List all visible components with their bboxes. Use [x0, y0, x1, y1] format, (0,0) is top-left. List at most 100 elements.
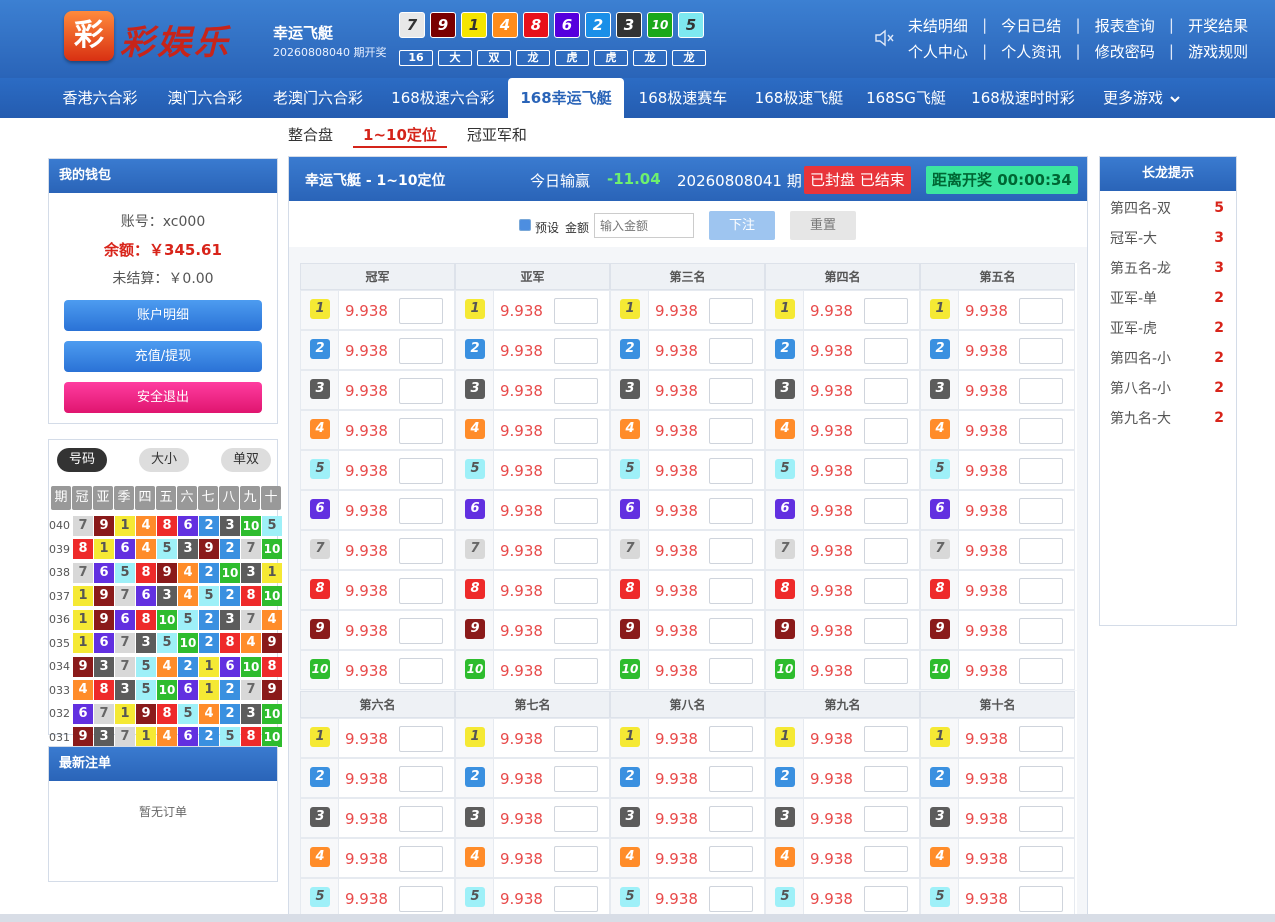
preset-checkbox[interactable] [519, 219, 531, 231]
history-tab-number[interactable]: 号码 [57, 448, 107, 472]
account-detail-button[interactable]: 账户明细 [64, 300, 262, 331]
bet-amount-input[interactable] [1019, 806, 1063, 832]
bet-amount-input[interactable] [864, 338, 908, 364]
nav-item-game[interactable]: 香港六合彩 [48, 78, 152, 118]
bet-amount-input[interactable] [709, 658, 753, 684]
bet-amount-input[interactable] [1019, 298, 1063, 324]
header-link[interactable]: 个人资讯 [991, 41, 1071, 62]
bet-amount-input[interactable] [709, 338, 753, 364]
bet-amount-input[interactable] [864, 806, 908, 832]
bet-amount-input[interactable] [864, 658, 908, 684]
bet-amount-input[interactable] [1019, 618, 1063, 644]
mute-icon[interactable] [874, 28, 898, 50]
header-link[interactable]: 今日已结 [991, 15, 1071, 36]
bet-amount-input[interactable] [1019, 458, 1063, 484]
bet-amount-input[interactable] [709, 766, 753, 792]
bet-amount-input[interactable] [554, 418, 598, 444]
bet-amount-input[interactable] [709, 298, 753, 324]
bet-amount-input[interactable] [864, 418, 908, 444]
subtab-play[interactable]: 1~10定位 [353, 122, 447, 148]
bet-amount-input[interactable] [399, 726, 443, 752]
bet-amount-input[interactable] [399, 806, 443, 832]
nav-item-game[interactable]: 168SG飞艇 [855, 78, 957, 118]
bet-amount-input[interactable] [709, 618, 753, 644]
bet-amount-input[interactable] [864, 298, 908, 324]
bet-amount-input[interactable] [554, 658, 598, 684]
bet-amount-input[interactable] [554, 538, 598, 564]
bet-amount-input[interactable] [1019, 538, 1063, 564]
subtab-play[interactable]: 整合盘 [288, 122, 333, 148]
nav-item-game[interactable]: 168极速飞艇 [740, 78, 858, 118]
bet-amount-input[interactable] [399, 298, 443, 324]
header-link[interactable]: 开奖结果 [1178, 15, 1258, 36]
bet-amount-input[interactable] [709, 806, 753, 832]
bet-amount-input[interactable] [554, 458, 598, 484]
bet-amount-input[interactable] [864, 498, 908, 524]
reset-button[interactable]: 重置 [790, 211, 856, 240]
bet-amount-input[interactable] [864, 378, 908, 404]
site-logo[interactable]: 彩 彩娱乐 [64, 9, 244, 65]
nav-item-game[interactable]: 168极速六合彩 [378, 78, 508, 118]
bet-amount-input[interactable] [864, 846, 908, 872]
bet-amount-input[interactable] [554, 618, 598, 644]
bet-amount-input[interactable] [864, 538, 908, 564]
bet-amount-input[interactable] [864, 886, 908, 912]
bet-amount-input[interactable] [554, 298, 598, 324]
bet-amount-input[interactable] [709, 498, 753, 524]
bet-amount-input[interactable] [1019, 726, 1063, 752]
logout-button[interactable]: 安全退出 [64, 382, 262, 413]
bet-amount-input[interactable] [554, 726, 598, 752]
bet-amount-input[interactable] [1019, 658, 1063, 684]
bet-amount-input[interactable] [709, 578, 753, 604]
bet-amount-input[interactable] [554, 806, 598, 832]
recharge-button[interactable]: 充值/提现 [64, 341, 262, 372]
bet-amount-input[interactable] [709, 726, 753, 752]
bet-amount-input[interactable] [1019, 886, 1063, 912]
bet-amount-input[interactable] [864, 766, 908, 792]
bet-amount-input[interactable] [709, 846, 753, 872]
bet-amount-input[interactable] [709, 538, 753, 564]
bet-amount-input[interactable] [1019, 846, 1063, 872]
bet-amount-input[interactable] [709, 886, 753, 912]
bet-amount-input[interactable] [399, 578, 443, 604]
bet-amount-input[interactable] [1019, 418, 1063, 444]
bet-amount-input[interactable] [399, 458, 443, 484]
bet-amount-input[interactable] [399, 338, 443, 364]
bet-amount-input[interactable] [1019, 378, 1063, 404]
bet-amount-input[interactable] [554, 498, 598, 524]
bet-amount-input[interactable] [1019, 766, 1063, 792]
bet-amount-input[interactable] [1019, 498, 1063, 524]
header-link[interactable]: 未结明细 [898, 15, 978, 36]
bet-amount-input[interactable] [399, 766, 443, 792]
bet-amount-input[interactable] [1019, 338, 1063, 364]
bet-amount-input[interactable] [399, 538, 443, 564]
bet-amount-input[interactable] [709, 418, 753, 444]
nav-item-game[interactable]: 老澳门六合彩 [258, 78, 378, 118]
amount-input[interactable] [594, 213, 694, 238]
header-link[interactable]: 报表查询 [1085, 15, 1165, 36]
bet-amount-input[interactable] [709, 458, 753, 484]
nav-item-game[interactable]: 更多游戏 [1090, 78, 1194, 118]
bet-amount-input[interactable] [399, 498, 443, 524]
nav-item-game[interactable]: 168极速赛车 [624, 78, 742, 118]
bet-amount-input[interactable] [399, 846, 443, 872]
bet-button[interactable]: 下注 [709, 211, 775, 240]
header-link[interactable]: 修改密码 [1085, 41, 1165, 62]
subtab-play[interactable]: 冠亚军和 [467, 122, 527, 148]
bet-amount-input[interactable] [554, 846, 598, 872]
bet-amount-input[interactable] [864, 726, 908, 752]
nav-item-game[interactable]: 168幸运飞艇 [508, 78, 624, 118]
bet-amount-input[interactable] [554, 378, 598, 404]
header-link[interactable]: 个人中心 [898, 41, 978, 62]
nav-item-game[interactable]: 168极速时时彩 [958, 78, 1088, 118]
bet-amount-input[interactable] [709, 378, 753, 404]
bet-amount-input[interactable] [554, 338, 598, 364]
history-tab-size[interactable]: 大小 [139, 448, 189, 472]
bet-amount-input[interactable] [1019, 578, 1063, 604]
bet-amount-input[interactable] [554, 886, 598, 912]
nav-item-game[interactable]: 澳门六合彩 [153, 78, 257, 118]
bet-amount-input[interactable] [399, 418, 443, 444]
bet-amount-input[interactable] [399, 618, 443, 644]
bet-amount-input[interactable] [399, 658, 443, 684]
header-link[interactable]: 游戏规则 [1178, 41, 1258, 62]
